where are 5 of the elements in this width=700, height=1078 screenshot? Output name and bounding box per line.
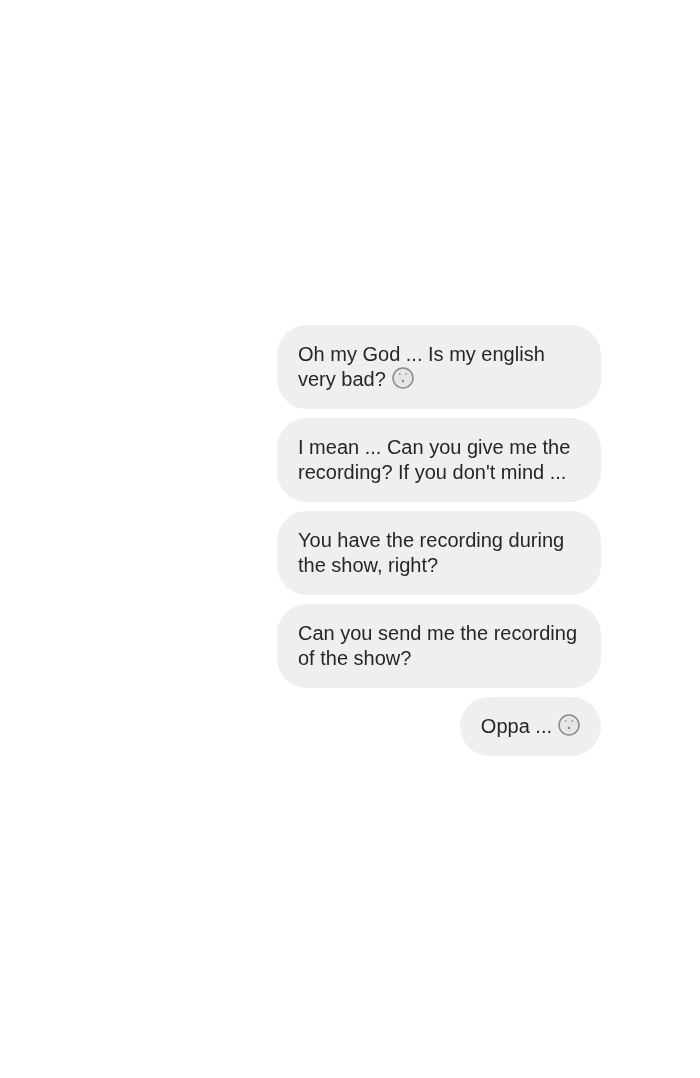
message-text: Oppa ... [480,715,552,737]
message-text: You have the recording during the show, right? [298,529,565,576]
message-text: Can you send me the recording of the show? [298,622,578,669]
message-text: Oh my God ... Is my english very bad? [298,343,545,390]
message-text: I mean ... Can you give me the recording? If you don't mind ... [298,436,571,483]
